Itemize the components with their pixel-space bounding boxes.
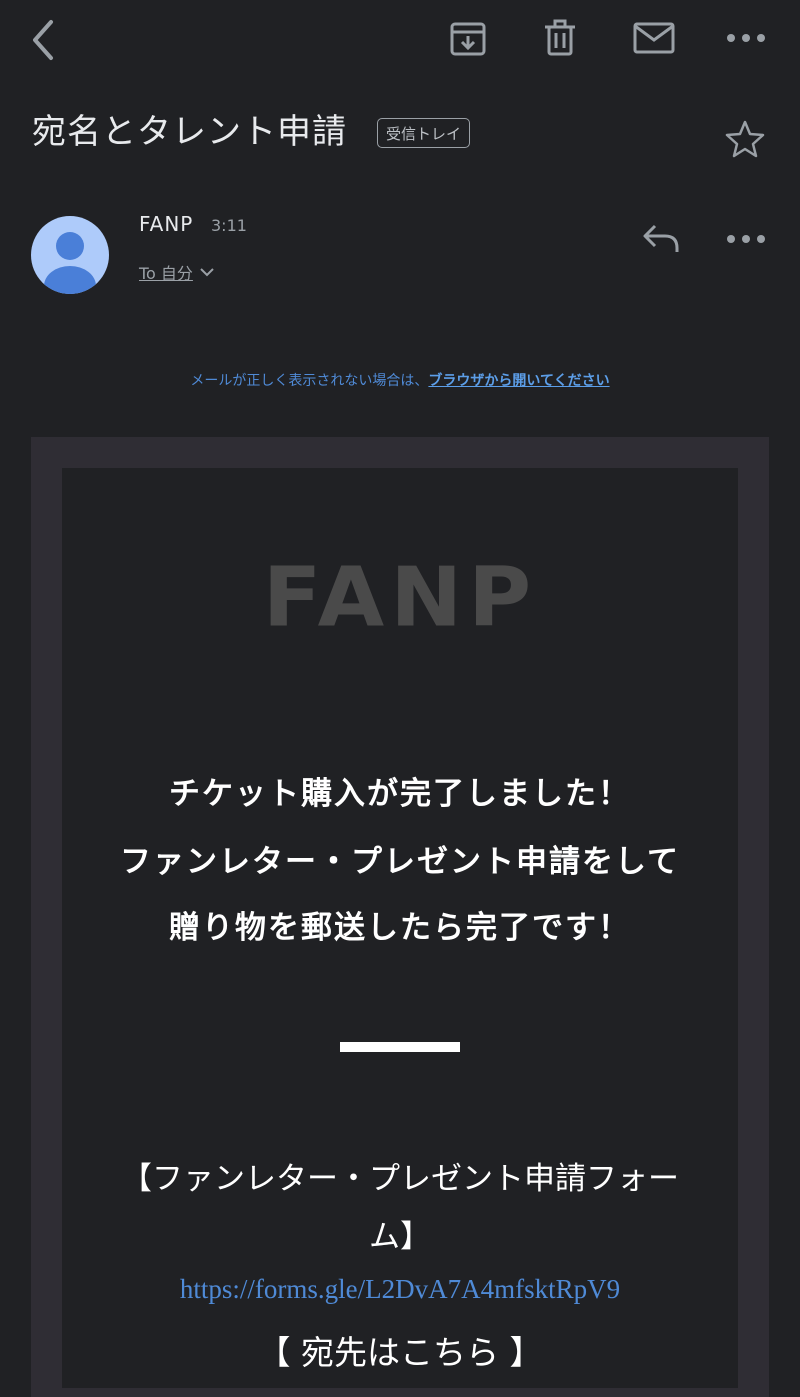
avatar[interactable]: [31, 216, 109, 294]
inbox-label-badge[interactable]: 受信トレイ: [377, 118, 471, 148]
trash-icon: [545, 19, 575, 56]
more-dots-icon: [727, 235, 765, 243]
person-icon: [44, 232, 96, 294]
more-options-button[interactable]: [722, 14, 770, 62]
form-title: 【ファンレター・プレゼント申請フォーム】: [121, 1161, 679, 1255]
delete-button[interactable]: [536, 14, 584, 62]
star-button[interactable]: [720, 114, 770, 164]
headline-line-2: ファンレター・プレゼント申請をして: [119, 844, 681, 880]
archive-button[interactable]: [444, 14, 492, 62]
star-outline-icon: [725, 120, 765, 158]
divider: [340, 1042, 460, 1052]
headline-line-3: 贈り物を郵送したら完了です！: [169, 910, 631, 946]
recipient-label: To 自分: [139, 264, 193, 283]
address-title: 【 宛先はこちら 】: [257, 1333, 543, 1372]
recipient-toggle[interactable]: To 自分: [139, 260, 215, 284]
reply-button[interactable]: [636, 214, 686, 264]
reply-icon: [643, 224, 679, 252]
more-dots-icon: [727, 34, 765, 42]
form-url-link[interactable]: https://forms.gle/L2DvA7A4mfsktRpV9: [62, 1274, 738, 1305]
mark-unread-button[interactable]: [628, 14, 680, 62]
back-button[interactable]: [18, 14, 66, 66]
archive-icon: [450, 22, 486, 56]
envelope-icon: [633, 22, 675, 54]
sender-time: 3:11: [211, 216, 247, 235]
fanp-logo: FANP: [262, 550, 538, 646]
notice-text: メールが正しく表示されない場合は、: [190, 373, 429, 389]
message-more-button[interactable]: [722, 214, 770, 264]
back-arrow-icon: [33, 20, 53, 60]
email-subject: 宛名とタレント申請: [32, 112, 347, 152]
sender-name: FANP: [139, 212, 194, 236]
chevron-down-icon: [200, 268, 214, 277]
display-notice: メールが正しく表示されない場合は、ブラウザから開いてください: [0, 370, 800, 390]
headline-line-1: チケット購入が完了しました！: [169, 776, 631, 812]
open-in-browser-link[interactable]: ブラウザから開いてください: [428, 373, 609, 389]
